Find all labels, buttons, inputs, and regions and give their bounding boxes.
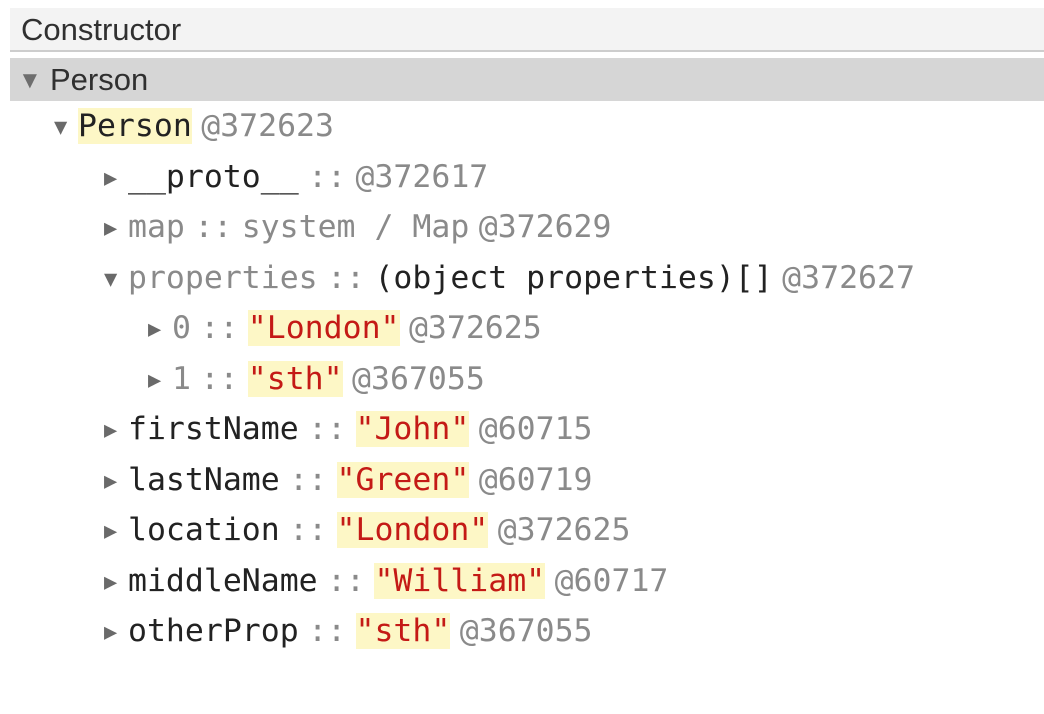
string-value: "Green" [336,461,470,498]
object-address: @372623 [201,108,334,144]
triangle-right-icon[interactable]: ▶ [104,457,128,508]
separator: :: [200,360,239,397]
separator: :: [308,158,347,195]
separator: :: [308,613,347,649]
triangle-right-icon[interactable]: ▶ [104,608,128,659]
object-address: @367055 [352,360,485,397]
object-address: @372625 [408,310,542,346]
tree-row-otherprop[interactable]: ▶ otherProp:: "sth" @367055 [10,606,1044,657]
triangle-down-icon[interactable]: ▼ [18,59,50,102]
separator: :: [327,259,366,296]
object-address: @372629 [478,209,612,245]
string-value: "John" [355,411,470,447]
object-address: @367055 [459,613,593,649]
constructor-name: Person [50,62,149,97]
triangle-right-icon[interactable]: ▶ [104,204,128,255]
tree-row-properties[interactable]: ▼ properties:: (object properties)[] @37262… [10,253,1044,304]
triangle-down-icon[interactable]: ▼ [54,103,78,154]
tree-row-proto[interactable]: ▶ __proto__:: @372617 [10,152,1044,203]
tree-row-middlename[interactable]: ▶ middleName:: "William" @60717 [10,556,1044,607]
triangle-right-icon[interactable]: ▶ [104,154,128,205]
tree-row-properties-0[interactable]: ▶ 0:: "London" @372625 [10,303,1044,354]
constructor-row-person[interactable]: ▼ Person [10,58,1044,101]
object-tree: ▼ Person @372623 ▶ __proto__:: @372617 ▶ map:… [10,101,1044,657]
triangle-right-icon[interactable]: ▶ [148,356,172,407]
string-value: "sth" [355,613,451,649]
constructor-column-header[interactable]: Constructor [10,8,1044,52]
tree-row-lastname[interactable]: ▶ lastName:: "Green" @60719 [10,455,1044,506]
tree-row-map[interactable]: ▶ map:: system / Map @372629 [10,202,1044,253]
object-address: @372627 [782,259,915,296]
triangle-right-icon[interactable]: ▶ [104,406,128,457]
tree-row-root[interactable]: ▼ Person @372623 [10,101,1044,152]
property-name: properties [128,259,318,296]
string-value: "London" [247,310,400,346]
separator: :: [289,512,328,548]
object-address: @60715 [478,411,593,447]
separator: :: [308,411,347,447]
triangle-right-icon[interactable]: ▶ [104,558,128,609]
object-address: @372617 [355,158,489,195]
tree-row-firstname[interactable]: ▶ firstName:: "John" @60715 [10,404,1044,455]
triangle-right-icon[interactable]: ▶ [148,305,172,356]
object-address: @60717 [554,562,669,599]
string-value: "London" [336,512,489,548]
string-value: "William" [374,562,546,599]
property-name: location [128,512,280,548]
tree-row-properties-1[interactable]: ▶ 1:: "sth" @367055 [10,354,1044,405]
property-name: lastName [128,461,280,498]
separator: :: [200,310,239,346]
object-address: @372625 [497,512,631,548]
root-object-name: Person [78,108,192,144]
object-address: @60719 [478,461,593,498]
property-name: firstName [128,411,299,447]
triangle-right-icon[interactable]: ▶ [104,507,128,558]
object-type: (object properties)[] [374,259,773,296]
triangle-down-icon[interactable]: ▼ [104,255,128,306]
property-index: 1 [172,360,191,397]
heap-snapshot-panel: Constructor ▼ Person ▼ Person @372623 ▶ __pr… [10,8,1044,657]
property-name: map [128,209,185,245]
separator: :: [289,461,328,498]
separator: :: [327,562,366,599]
column-header-label: Constructor [21,12,182,47]
property-name: __proto__ [128,158,299,195]
tree-row-location[interactable]: ▶ location:: "London" @372625 [10,505,1044,556]
string-value: "sth" [247,360,343,397]
property-name: middleName [128,562,318,599]
property-name: otherProp [128,613,299,649]
separator: :: [194,209,233,245]
object-type: system / Map [241,209,470,245]
property-index: 0 [172,310,191,346]
